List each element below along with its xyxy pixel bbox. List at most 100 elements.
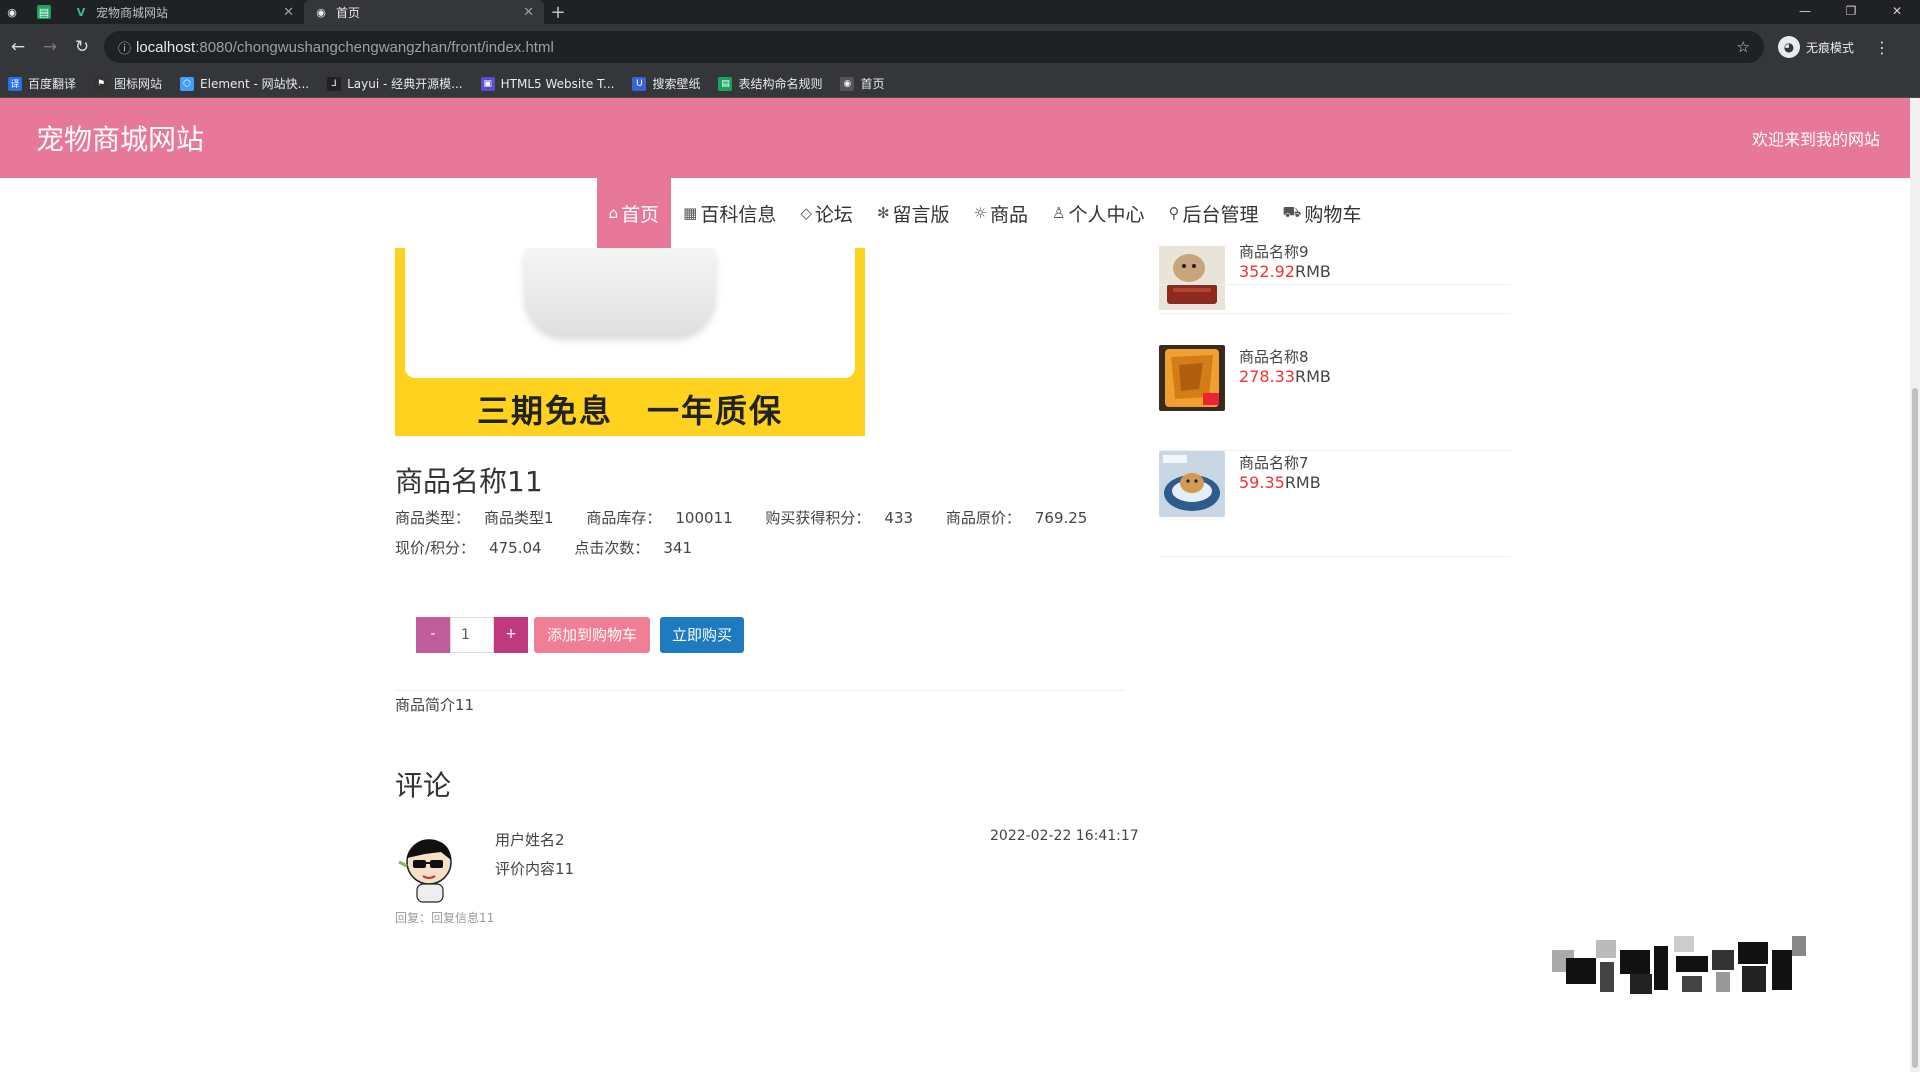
welcome-text: 欢迎来到我的网站 <box>1751 130 1880 149</box>
product-stock: 商品库存： 100011 <box>586 509 733 527</box>
side-product-item[interactable]: 商品名称7 59.35RMB <box>1159 451 1511 557</box>
grid-icon: ▦ <box>683 204 698 222</box>
flag-icon: ⚑ <box>94 76 109 91</box>
bookmark-item[interactable]: ▤ 表结构命名规则 <box>718 75 822 92</box>
main-nav: ⌂ 首页 ▦ 百科信息 ◇ 论坛 ✻ 留言版 ☼ 商品 ♙ 个人中心 ⚲ 后台管理 ⛟ 购物车 <box>0 178 1910 248</box>
side-product-item[interactable]: 商品名称9 352.92RMB <box>1159 243 1511 314</box>
tab-title: 宠物商城网站 <box>96 5 169 20</box>
side-product-price: 278.33RMB <box>1239 367 1331 386</box>
asterisk-icon: ✻ <box>876 204 890 222</box>
bookmark-item[interactable]: 译百度翻译 <box>8 75 76 92</box>
browser-tab-strip: ◉ ▤ V 宠物商城网站 ✕ ◉ 首页 ✕ + — ❐ ✕ <box>0 0 1920 24</box>
nav-products[interactable]: ☼ 商品 <box>962 178 1040 248</box>
bookmark-item[interactable]: ⬡ Element - 网站快... <box>180 75 309 92</box>
side-divider <box>1159 284 1511 285</box>
side-product-thumb[interactable] <box>1159 451 1225 517</box>
reload-icon[interactable]: ↻ <box>66 37 98 57</box>
incognito-label: 无痕模式 <box>1806 40 1855 55</box>
side-product-thumb[interactable] <box>1159 345 1225 411</box>
comment-reply: 回复：回复信息11 <box>395 911 495 925</box>
side-product-name[interactable]: 商品名称8 <box>1239 346 1309 367</box>
site-header: 宠物商城网站 欢迎来到我的网站 <box>0 98 1910 178</box>
restore-icon[interactable]: ❐ <box>1828 0 1874 24</box>
html5-icon: ▣ <box>480 76 495 91</box>
scrollbar-thumb[interactable] <box>1912 388 1918 1068</box>
layui-icon: ⅃ <box>327 76 342 91</box>
nav-cart[interactable]: ⛟ 购物车 <box>1270 178 1373 248</box>
menu-kebab-icon[interactable]: ⋮ <box>1874 38 1890 57</box>
side-product-name[interactable]: 商品名称9 <box>1239 241 1309 262</box>
side-product-thumb[interactable] <box>1159 246 1225 312</box>
quantity-input[interactable] <box>450 617 494 653</box>
tab-pinned-chrome[interactable]: ◉ <box>0 0 32 24</box>
buy-now-button[interactable]: 立即购买 <box>660 617 744 653</box>
side-product-item[interactable]: 商品名称8 278.33RMB <box>1159 345 1511 451</box>
nav-forum[interactable]: ◇ 论坛 <box>788 178 865 248</box>
incognito-indicator[interactable]: ◕ 无痕模式 <box>1778 36 1854 58</box>
product-attributes-line1: 商品类型： 商品类型1 商品库存： 100011 购买获得积分： 433 商品原价： 7… <box>395 507 1115 528</box>
window-controls: — ❐ ✕ <box>1782 0 1920 24</box>
user-icon: ♙ <box>1052 204 1066 222</box>
globe-icon: ◉ <box>7 5 17 19</box>
bookmark-item[interactable]: ⚑ 图标网站 <box>94 75 162 92</box>
sheet-icon: ▤ <box>37 5 51 19</box>
back-icon[interactable]: ← <box>2 37 34 57</box>
nav-personal-center[interactable]: ♙ 个人中心 <box>1040 178 1156 248</box>
tab-home[interactable]: ◉ 首页 ✕ <box>304 0 544 24</box>
close-icon[interactable]: ✕ <box>523 5 534 20</box>
product-clicks: 点击次数： 341 <box>574 539 692 557</box>
tab-pinned-sheet[interactable]: ▤ <box>32 0 64 24</box>
tab-title: 首页 <box>336 5 361 20</box>
comments-title: 评论 <box>395 769 452 802</box>
minimize-icon[interactable]: — <box>1782 0 1828 24</box>
comment-content: 评价内容11 <box>495 860 575 878</box>
quantity-stepper: - + <box>416 617 528 653</box>
bookmark-item[interactable]: ⅃ Layui - 经典开源模... <box>327 75 463 92</box>
product-current-price: 现价/积分： 475.04 <box>395 539 542 557</box>
globe-icon: ◉ <box>316 5 326 19</box>
side-product-name[interactable]: 商品名称7 <box>1239 452 1309 473</box>
comment-user: 用户姓名2 <box>495 831 565 849</box>
product-device-graphic <box>525 248 715 334</box>
nav-message-board[interactable]: ✻ 留言版 <box>865 178 962 248</box>
page-viewport: 宠物商城网站 欢迎来到我的网站 ⌂ 首页 ▦ 百科信息 ◇ 论坛 ✻ 留言版 ☼ 商品 ♙… <box>0 98 1910 1072</box>
page-scrollbar[interactable] <box>1910 98 1920 1072</box>
new-tab-button[interactable]: + <box>544 2 572 23</box>
qty-increase-button[interactable]: + <box>494 617 528 653</box>
tag-icon: ◇ <box>800 204 812 222</box>
vue-icon: V <box>76 5 86 19</box>
cart-icon: ⛟ <box>1282 203 1302 221</box>
star-icon[interactable]: ☆ <box>1737 38 1750 56</box>
comment-time: 2022-02-22 16:41:17 <box>990 828 1139 844</box>
close-icon[interactable]: ✕ <box>283 5 294 20</box>
side-product-price: 59.35RMB <box>1239 473 1321 492</box>
info-icon[interactable]: ⓘ <box>118 38 136 57</box>
site-title[interactable]: 宠物商城网站 <box>36 118 204 158</box>
nav-encyclopedia[interactable]: ▦ 百科信息 <box>671 178 788 248</box>
product-original-price: 商品原价： 769.25 <box>945 509 1088 527</box>
translate-icon: 译 <box>8 76 22 91</box>
qty-decrease-button[interactable]: - <box>416 617 450 653</box>
incognito-icon: ◕ <box>1778 36 1800 58</box>
url-text[interactable]: localhost:8080/chongwushangchengwangzhan… <box>136 39 554 56</box>
nav-home[interactable]: ⌂ 首页 <box>596 178 672 248</box>
product-intro: 商品简介11 <box>395 696 475 714</box>
product-points: 购买获得积分： 433 <box>765 509 914 527</box>
bookmark-item[interactable]: ◉ 首页 <box>840 75 885 92</box>
qr-code-image <box>1552 936 1812 1002</box>
bookmark-item[interactable]: ▣ HTML5 Website T... <box>480 76 614 91</box>
browser-toolbar: ← → ↻ ⓘ localhost:8080/chongwushangcheng… <box>0 24 1920 70</box>
product-image: 三期免息 一年质保 <box>395 248 865 436</box>
forward-icon[interactable]: → <box>34 37 66 57</box>
nav-admin[interactable]: ⚲ 后台管理 <box>1156 178 1270 248</box>
side-product-price: 352.92RMB <box>1239 262 1331 281</box>
sheet-icon: ▤ <box>718 76 733 91</box>
close-window-icon[interactable]: ✕ <box>1874 0 1920 24</box>
sun-icon: ☼ <box>973 204 987 222</box>
product-attributes-line2: 现价/积分： 475.04 点击次数： 341 <box>395 537 720 558</box>
add-to-cart-button[interactable]: 添加到购物车 <box>534 617 650 653</box>
globe-icon: ◉ <box>840 76 855 91</box>
bookmark-item[interactable]: U 搜索壁纸 <box>632 75 700 92</box>
address-bar[interactable]: ⓘ localhost:8080/chongwushangchengwangzh… <box>104 31 1764 63</box>
tab-pet-mall[interactable]: V 宠物商城网站 ✕ <box>64 0 304 24</box>
